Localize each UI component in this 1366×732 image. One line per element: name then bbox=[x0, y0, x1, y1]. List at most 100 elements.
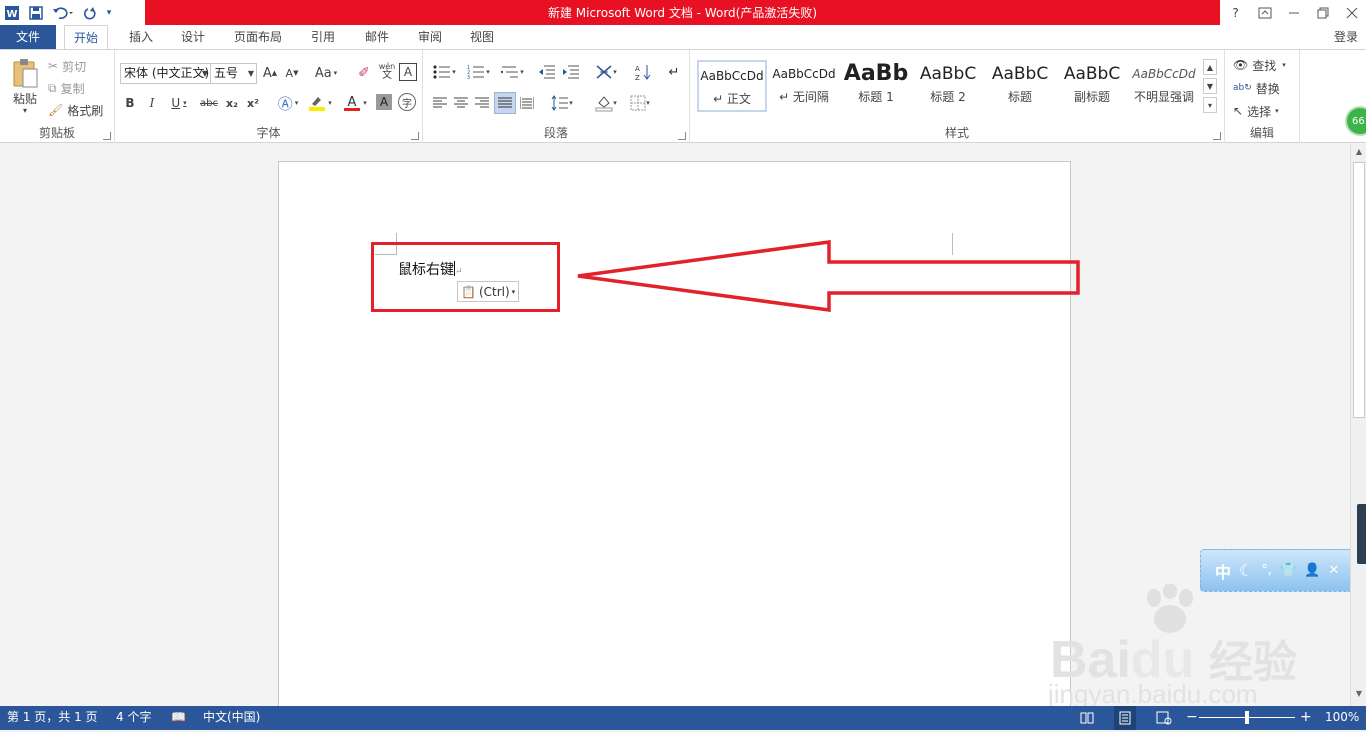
align-center-icon[interactable] bbox=[452, 93, 470, 113]
font-name-combo[interactable]: 宋体 (中文正文) ▼ bbox=[120, 63, 211, 84]
shrink-font-icon[interactable]: A ▼ bbox=[283, 63, 301, 83]
page-count[interactable]: 第 1 页，共 1 页 bbox=[7, 706, 98, 730]
align-left-icon[interactable] bbox=[431, 93, 449, 113]
punctuation-icon[interactable]: °, bbox=[1261, 563, 1272, 578]
decrease-indent-icon[interactable] bbox=[537, 62, 557, 82]
align-right-icon[interactable] bbox=[473, 93, 491, 113]
format-painter-button[interactable]: 🖌 格式刷 bbox=[48, 100, 103, 120]
style-subtle-emphasis[interactable]: AaBbCcDd 不明显强调 bbox=[1129, 60, 1199, 112]
read-mode-icon[interactable] bbox=[1080, 706, 1094, 730]
tab-design[interactable]: 设计 bbox=[172, 25, 214, 49]
style-title[interactable]: AaBbC 标题 bbox=[985, 60, 1055, 112]
scroll-down-icon[interactable]: ▼ bbox=[1353, 689, 1365, 701]
zoom-in-icon[interactable]: + bbox=[1300, 706, 1312, 730]
moon-icon[interactable]: ☾ bbox=[1239, 561, 1253, 580]
phonetic-guide-button[interactable]: wén 文 bbox=[377, 61, 397, 81]
style-heading-2[interactable]: AaBbC 标题 2 bbox=[913, 60, 983, 112]
floating-badge[interactable]: 66 bbox=[1345, 106, 1366, 136]
distributed-icon[interactable] bbox=[518, 93, 536, 113]
side-dock-handle[interactable] bbox=[1357, 504, 1366, 564]
justify-icon[interactable] bbox=[494, 92, 516, 114]
print-layout-icon[interactable] bbox=[1114, 706, 1136, 730]
shading-icon[interactable]: ▾ bbox=[591, 93, 621, 113]
replace-button[interactable]: ab↻ 替换 bbox=[1233, 78, 1280, 98]
bullets-icon[interactable]: ▾ bbox=[429, 62, 459, 82]
font-color-button[interactable]: A ▾ bbox=[340, 93, 370, 113]
styles-scroll-up-icon[interactable]: ▲ bbox=[1203, 59, 1217, 75]
paste-button[interactable]: 粘贴 ▾ bbox=[6, 56, 44, 116]
user-icon[interactable]: 👤 bbox=[1304, 563, 1320, 578]
zoom-slider[interactable] bbox=[1199, 706, 1295, 730]
borders-icon[interactable]: ▾ bbox=[625, 93, 655, 113]
clear-formatting-icon[interactable]: ✐ bbox=[355, 63, 373, 83]
tab-insert[interactable]: 插入 bbox=[120, 25, 162, 49]
minimize-icon[interactable] bbox=[1279, 0, 1308, 25]
italic-button[interactable]: I bbox=[143, 93, 161, 113]
strikethrough-button[interactable]: abc bbox=[197, 93, 221, 113]
scrollbar-thumb[interactable] bbox=[1353, 162, 1365, 418]
language-indicator[interactable]: 中文(中国) bbox=[203, 706, 260, 730]
font-size-combo[interactable]: 五号 ▼ bbox=[210, 63, 257, 84]
redo-icon[interactable] bbox=[78, 1, 102, 25]
undo-icon[interactable] bbox=[48, 1, 78, 25]
zoom-slider-thumb[interactable] bbox=[1245, 711, 1249, 724]
copy-button[interactable]: ⧉ 复制 bbox=[48, 78, 85, 98]
cut-button[interactable]: ✂ 剪切 bbox=[48, 56, 86, 76]
skin-icon[interactable]: 👕 bbox=[1280, 563, 1296, 578]
help-button[interactable]: ? bbox=[1221, 0, 1250, 25]
ime-mode-label[interactable]: 中 bbox=[1215, 559, 1231, 583]
highlight-color-button[interactable]: ▾ bbox=[305, 93, 335, 113]
text-effects-icon[interactable]: Ⓐ ▾ bbox=[273, 93, 303, 113]
subscript-button[interactable]: x₂ bbox=[223, 93, 241, 113]
login-link[interactable]: 登录 bbox=[1334, 25, 1366, 49]
ime-toolbar[interactable]: 中 ☾ °, 👕 👤 ✕ bbox=[1200, 549, 1360, 592]
select-button[interactable]: ↖ 选择 ▾ bbox=[1233, 101, 1279, 121]
tab-file[interactable]: 文件 bbox=[0, 25, 56, 49]
document-page[interactable]: 鼠标右键↵ 📋 (Ctrl) ▾ bbox=[278, 161, 1080, 721]
tab-view[interactable]: 视图 bbox=[461, 25, 503, 49]
paragraph-launcher-icon[interactable] bbox=[678, 132, 686, 140]
tab-references[interactable]: 引用 bbox=[302, 25, 344, 49]
enclose-characters-button[interactable]: 字 bbox=[398, 93, 416, 111]
save-icon[interactable] bbox=[24, 1, 48, 25]
underline-button[interactable]: U ▾ bbox=[165, 93, 193, 113]
ribbon-display-options-icon[interactable] bbox=[1250, 0, 1279, 25]
styles-more-icon[interactable]: ▾ bbox=[1203, 97, 1217, 113]
style-no-spacing[interactable]: AaBbCcDd ↵ 无间隔 bbox=[769, 60, 839, 112]
vertical-scrollbar[interactable]: ▲ ▼ bbox=[1350, 144, 1366, 706]
restore-icon[interactable] bbox=[1308, 0, 1337, 25]
proofing-icon[interactable]: 📖 bbox=[171, 706, 186, 730]
zoom-out-icon[interactable]: − bbox=[1186, 706, 1198, 730]
character-shading-icon[interactable]: A bbox=[376, 94, 392, 110]
style-normal[interactable]: AaBbCcDd ↵ 正文 bbox=[697, 60, 767, 112]
superscript-button[interactable]: x² bbox=[244, 93, 262, 113]
character-border-button[interactable]: A bbox=[399, 63, 417, 81]
word-app-icon[interactable]: W bbox=[0, 1, 24, 25]
multilevel-list-icon[interactable]: ▾ bbox=[497, 62, 527, 82]
grow-font-icon[interactable]: A ▲ bbox=[261, 63, 279, 83]
clipboard-launcher-icon[interactable] bbox=[103, 132, 111, 140]
increase-indent-icon[interactable] bbox=[561, 62, 581, 82]
tab-page-layout[interactable]: 页面布局 bbox=[225, 25, 291, 49]
scroll-up-icon[interactable]: ▲ bbox=[1353, 147, 1365, 159]
web-layout-icon[interactable] bbox=[1156, 706, 1172, 730]
style-subtitle[interactable]: AaBbC 副标题 bbox=[1057, 60, 1127, 112]
chinese-layout-icon[interactable]: ▾ bbox=[591, 62, 621, 82]
show-hide-marks-icon[interactable]: ↵ bbox=[665, 62, 683, 82]
sort-icon[interactable]: AZ bbox=[633, 62, 653, 82]
line-spacing-icon[interactable]: ▾ bbox=[547, 93, 577, 113]
styles-scroll-down-icon[interactable]: ▼ bbox=[1203, 78, 1217, 94]
tab-mailings[interactable]: 邮件 bbox=[356, 25, 398, 49]
numbering-icon[interactable]: 1 2 3 ▾ bbox=[463, 62, 493, 82]
customize-qat-icon[interactable]: ▾ bbox=[102, 1, 116, 25]
styles-launcher-icon[interactable] bbox=[1213, 132, 1221, 140]
change-case-button[interactable]: Aa ▾ bbox=[311, 63, 341, 83]
style-heading-1[interactable]: AaBb 标题 1 bbox=[841, 60, 911, 112]
bold-button[interactable]: B bbox=[121, 93, 139, 113]
tab-review[interactable]: 审阅 bbox=[409, 25, 451, 49]
close-icon[interactable] bbox=[1337, 0, 1366, 25]
zoom-level[interactable]: 100% bbox=[1325, 706, 1359, 730]
word-count[interactable]: 4 个字 bbox=[116, 706, 151, 730]
font-launcher-icon[interactable] bbox=[411, 132, 419, 140]
tools-icon[interactable]: ✕ bbox=[1328, 563, 1339, 578]
